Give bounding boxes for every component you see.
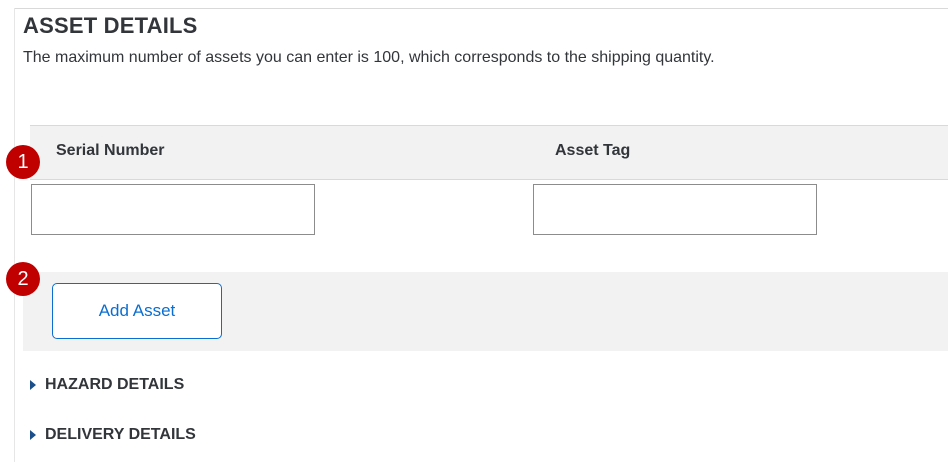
page-title: ASSET DETAILS bbox=[23, 13, 198, 38]
annotation-badge-1: 1 bbox=[6, 145, 40, 179]
column-header-asset-tag: Asset Tag bbox=[555, 142, 631, 159]
triangle-right-icon bbox=[30, 430, 36, 440]
annotation-badge-2: 2 bbox=[6, 262, 40, 296]
add-asset-button[interactable]: Add Asset bbox=[52, 283, 222, 339]
triangle-right-icon bbox=[30, 380, 36, 390]
asset-table-header: Serial Number Asset Tag bbox=[30, 125, 948, 180]
panel-border-left bbox=[14, 8, 15, 462]
delivery-details-toggle[interactable]: DELIVERY DETAILS bbox=[30, 426, 196, 444]
column-header-serial-number: Serial Number bbox=[56, 142, 165, 159]
hazard-details-toggle[interactable]: HAZARD DETAILS bbox=[30, 376, 184, 394]
asset-limit-description: The maximum number of assets you can ent… bbox=[23, 49, 715, 66]
serial-number-input[interactable] bbox=[31, 184, 315, 235]
asset-tag-input[interactable] bbox=[533, 184, 817, 235]
delivery-details-label: DELIVERY DETAILS bbox=[45, 426, 196, 443]
hazard-details-label: HAZARD DETAILS bbox=[45, 376, 185, 393]
panel-border-top bbox=[14, 8, 948, 9]
